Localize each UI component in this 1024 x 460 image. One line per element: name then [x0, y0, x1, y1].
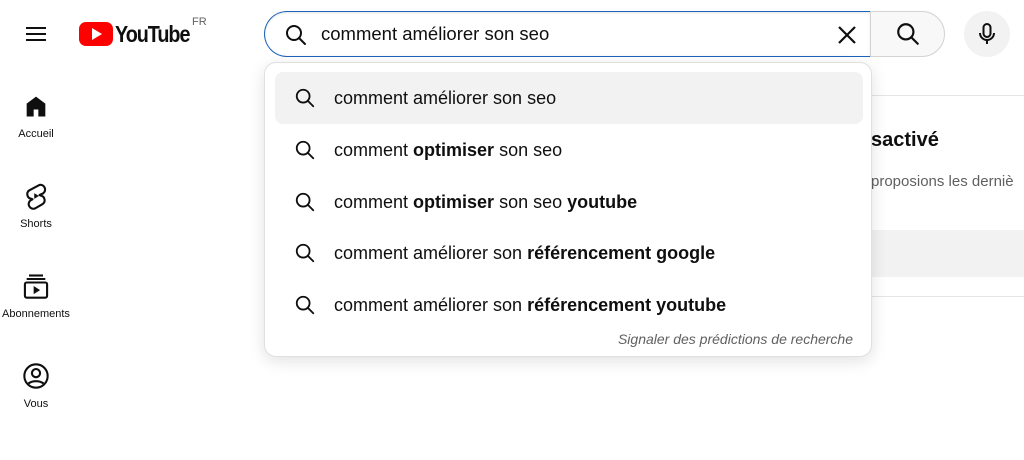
suggestion-item[interactable]: comment optimiser son seo youtube [275, 176, 863, 228]
menu-button[interactable] [16, 14, 56, 54]
logo-text: YouTube [115, 20, 190, 47]
close-icon [838, 26, 856, 44]
suggestion-item[interactable]: comment améliorer son référencement goog… [275, 227, 863, 279]
suggestion-item[interactable]: comment améliorer son seo [275, 72, 863, 124]
suggestion-segment: comment améliorer son [334, 294, 528, 315]
microphone-icon [979, 23, 995, 44]
divider [860, 95, 1024, 96]
suggestion-segment: comment [334, 191, 414, 212]
search-icon [286, 25, 306, 45]
search-icon [295, 140, 315, 160]
suggestion-text: comment optimiser son seo [334, 140, 562, 161]
account-icon [23, 363, 49, 389]
suggestion-text: comment améliorer son référencement goog… [334, 243, 715, 264]
suggestion-segment: youtube [567, 191, 638, 212]
report-predictions-link[interactable]: Signaler des prédictions de recherche [618, 331, 853, 347]
sidebar-item-label: Vous [23, 398, 49, 410]
suggestion-segment: référencement youtube [527, 294, 727, 315]
suggestion-segment: son seo [494, 139, 563, 160]
suggestion-segment: référencement google [527, 242, 716, 263]
sidebar-item-subscriptions[interactable]: Abonnements [0, 256, 72, 330]
home-icon [26, 96, 46, 117]
panel-bar[interactable] [860, 230, 1024, 277]
suggestion-segment: comment [334, 139, 414, 160]
sidebar-item-home[interactable]: Accueil [0, 76, 72, 150]
voice-search-button[interactable] [964, 11, 1010, 57]
suggestion-segment: optimiser [413, 139, 495, 160]
panel-text: proposions les derniè [871, 173, 1014, 190]
sidebar-item-label: Accueil [18, 128, 54, 140]
sidebar-item-label: Shorts [20, 218, 52, 230]
search-icon [295, 243, 315, 263]
suggestion-item[interactable]: comment améliorer son référencement yout… [275, 279, 863, 331]
search-icon [295, 88, 315, 108]
sidebar-item-you[interactable]: Vous [0, 346, 72, 420]
top-bar: YouTube FR [0, 0, 1024, 68]
search-input[interactable] [321, 19, 821, 49]
panel-title: sactivé [871, 129, 939, 151]
search-icon [295, 295, 315, 315]
suggestion-segment: son seo [494, 191, 568, 212]
suggestion-segment: comment améliorer son seo [334, 87, 557, 108]
search-box [264, 11, 870, 57]
sidebar-item-shorts[interactable]: Shorts [0, 166, 72, 240]
suggestion-text: comment améliorer son référencement yout… [334, 295, 726, 316]
suggestion-segment: optimiser [413, 191, 495, 212]
youtube-logo[interactable]: YouTube [79, 20, 202, 48]
divider [860, 296, 1024, 297]
clear-search-button[interactable] [833, 21, 861, 49]
search-icon [295, 192, 315, 212]
menu-icon [26, 27, 46, 41]
subscriptions-icon [23, 274, 49, 299]
sidebar-item-label: Abonnements [2, 308, 70, 320]
youtube-play-icon [79, 22, 113, 46]
suggestion-item[interactable]: comment optimiser son seo [275, 124, 863, 176]
search-suggestions-dropdown: comment améliorer son seo comment optimi… [264, 62, 872, 357]
suggestion-segment: comment améliorer son [334, 242, 528, 263]
shorts-icon [26, 183, 47, 210]
suggestion-text: comment améliorer son seo [334, 88, 556, 109]
country-code: FR [192, 16, 207, 28]
suggestion-text: comment optimiser son seo youtube [334, 192, 637, 213]
search-button[interactable] [870, 11, 945, 57]
search-icon [896, 23, 919, 45]
